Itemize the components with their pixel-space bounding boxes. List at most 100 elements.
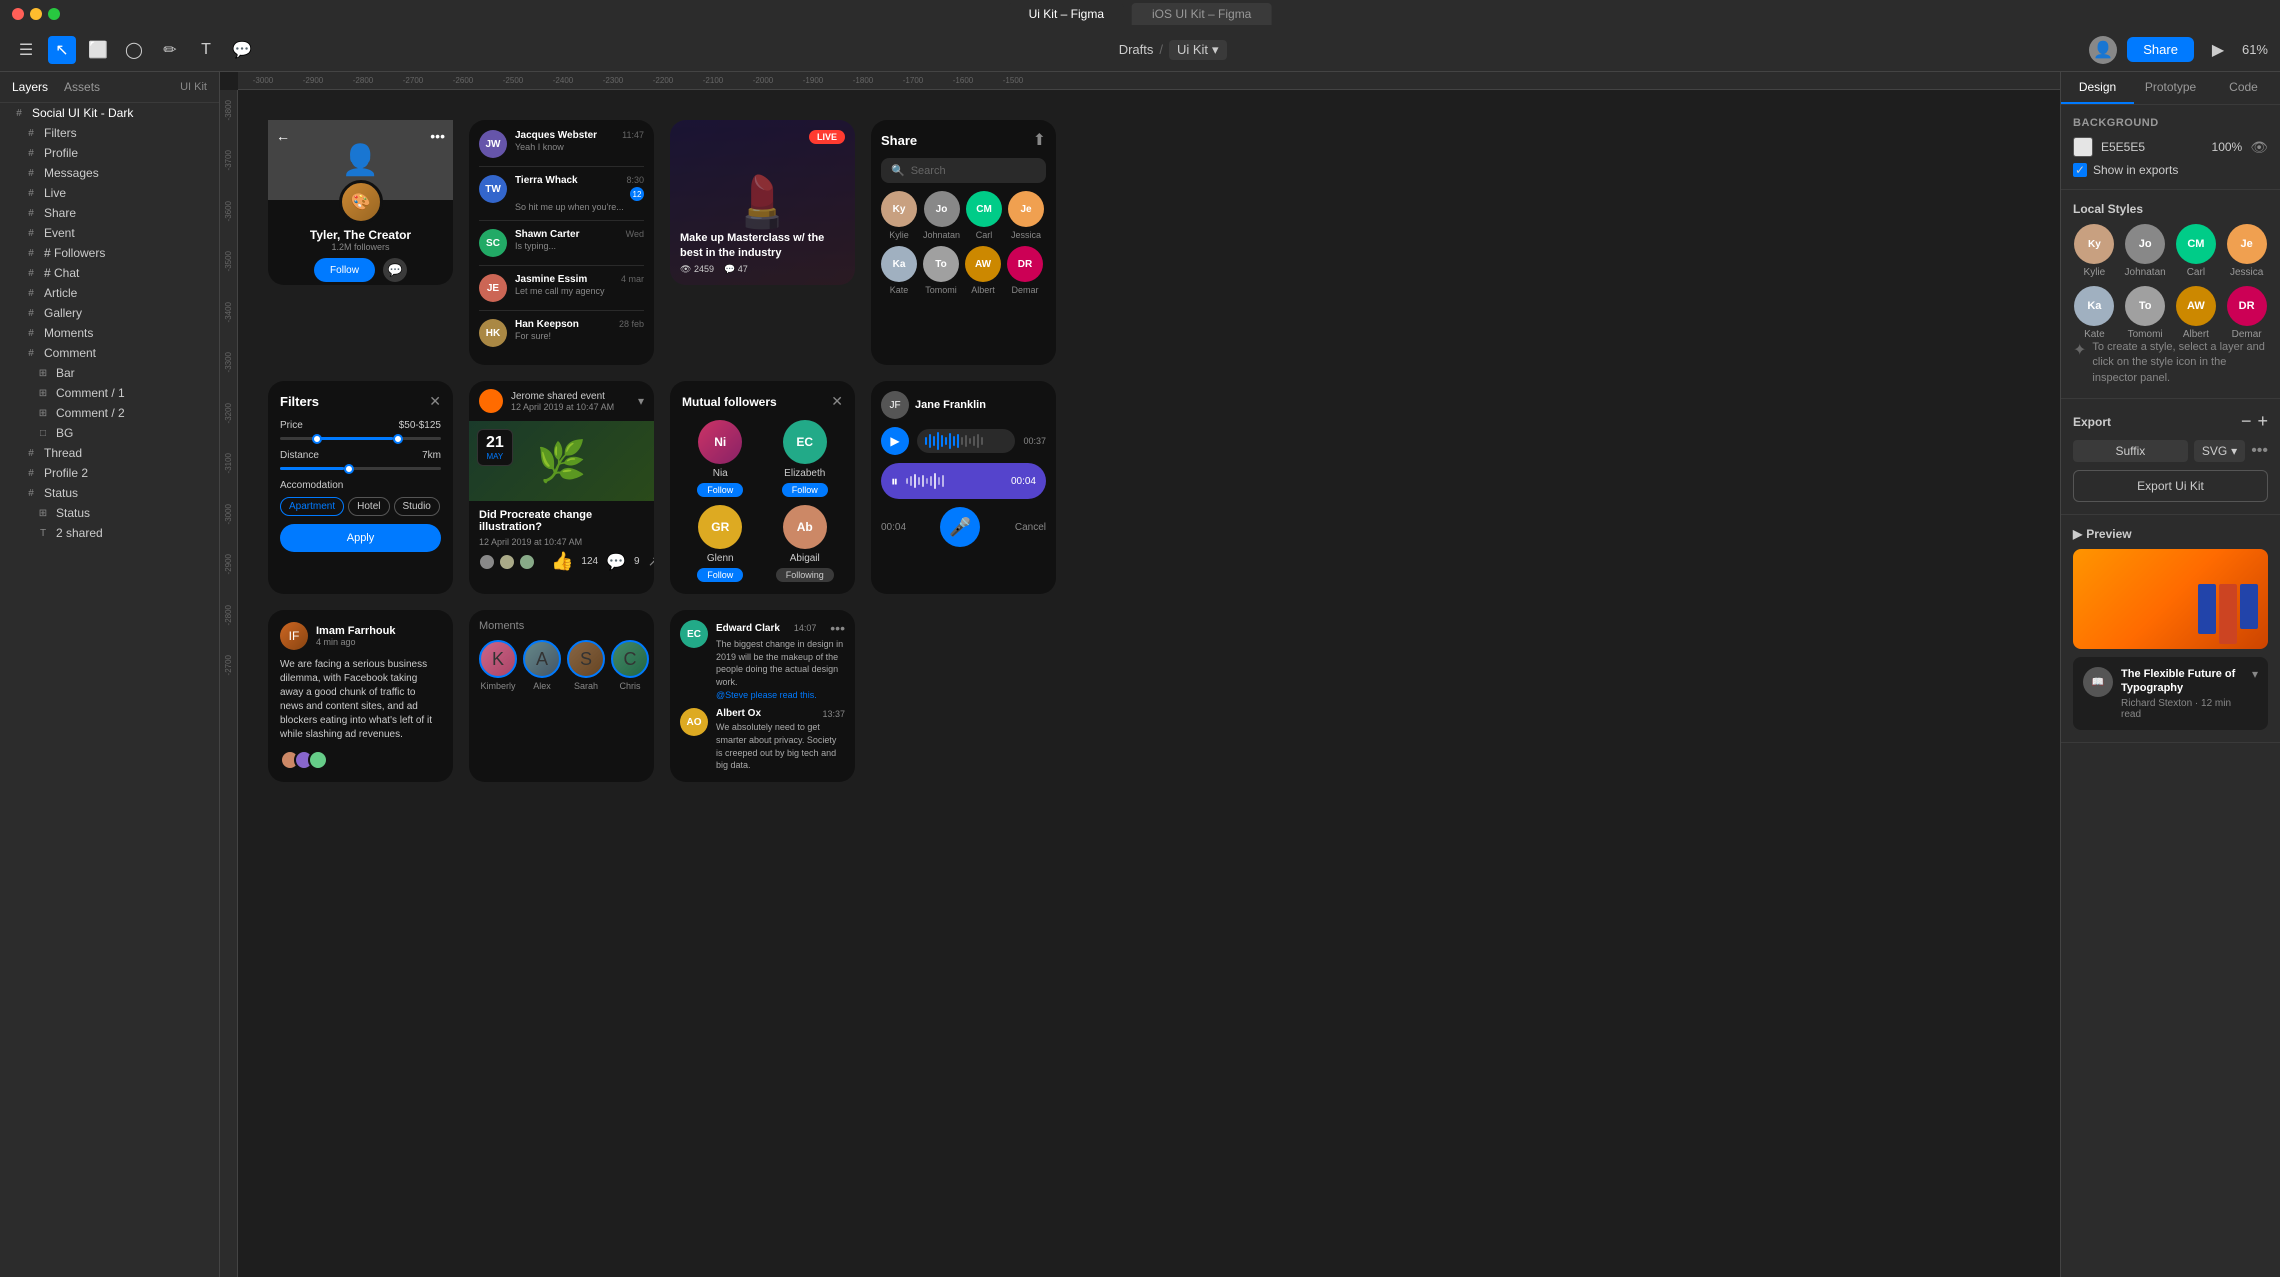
format-dropdown[interactable]: SVG ▾: [2194, 440, 2245, 462]
comment-icon[interactable]: 💬: [606, 552, 626, 572]
layer-comment2[interactable]: ⊞ Comment / 2: [0, 403, 219, 423]
kate-style-avatar[interactable]: Ka: [2074, 286, 2114, 326]
filters-close-icon[interactable]: ✕: [429, 393, 441, 410]
elizabeth-follow-button[interactable]: Follow: [782, 483, 828, 497]
article-chevron-icon[interactable]: ▾: [2252, 667, 2258, 681]
sarah-avatar[interactable]: S: [567, 640, 605, 678]
distance-slider-thumb[interactable]: [344, 464, 354, 474]
more-icon[interactable]: •••: [830, 620, 845, 636]
layer-status2[interactable]: ⊞ Status: [0, 503, 219, 523]
back-icon[interactable]: ←: [276, 128, 290, 144]
layer-comment[interactable]: # Comment: [0, 343, 219, 363]
background-color-swatch[interactable]: [2073, 137, 2093, 157]
share-button[interactable]: Share: [2127, 37, 2194, 62]
follow-button[interactable]: Follow: [314, 258, 375, 282]
layer-share[interactable]: # Share: [0, 203, 219, 223]
pause-icon[interactable]: ⏸: [891, 473, 898, 490]
nia-follow-button[interactable]: Follow: [697, 483, 743, 497]
suffix-input[interactable]: Suffix: [2073, 440, 2188, 462]
jessica-style-avatar[interactable]: Je: [2227, 224, 2267, 264]
cancel-button[interactable]: Cancel: [1015, 522, 1046, 533]
tab-assets[interactable]: Assets: [64, 80, 100, 94]
message-button[interactable]: 💬: [383, 258, 407, 282]
layer-live[interactable]: # Live: [0, 183, 219, 203]
johnatan-style-avatar[interactable]: Jo: [2125, 224, 2165, 264]
chip-studio[interactable]: Studio: [394, 497, 440, 516]
layer-moments[interactable]: # Moments: [0, 323, 219, 343]
chip-apartment[interactable]: Apartment: [280, 497, 344, 516]
tab-prototype[interactable]: Prototype: [2134, 72, 2207, 104]
comment-tool[interactable]: 💬: [228, 36, 256, 64]
layer-thread[interactable]: # Thread: [0, 443, 219, 463]
demar-style-avatar[interactable]: DR: [2227, 286, 2267, 326]
more-icon[interactable]: •••: [430, 128, 445, 144]
tomomi-style-avatar[interactable]: To: [2125, 286, 2165, 326]
tab-ui-kit[interactable]: Ui Kit – Figma: [1009, 3, 1124, 25]
user-avatar[interactable]: 👤: [2089, 36, 2117, 64]
albert-style-avatar[interactable]: AW: [2176, 286, 2216, 326]
layer-followers[interactable]: # # Followers: [0, 243, 219, 263]
tab-layers[interactable]: Layers: [12, 80, 48, 94]
frame-tool[interactable]: ⬜: [84, 36, 112, 64]
menu-icon[interactable]: ☰: [12, 36, 40, 64]
abigail-following-button[interactable]: Following: [776, 568, 834, 582]
window-controls[interactable]: [12, 8, 60, 20]
export-ui-kit-button[interactable]: Export Ui Kit: [2073, 470, 2268, 502]
chris-avatar[interactable]: C: [611, 640, 649, 678]
layer-article[interactable]: # Article: [0, 283, 219, 303]
breadcrumb-drafts[interactable]: Drafts: [1119, 42, 1154, 57]
remove-export-button[interactable]: −: [2241, 411, 2252, 432]
minimize-btn[interactable]: [30, 8, 42, 20]
apply-filters-button[interactable]: Apply: [280, 524, 441, 552]
event-chevron-icon[interactable]: ▾: [638, 394, 644, 408]
show-exports-checkbox[interactable]: ✓: [2073, 163, 2087, 177]
layer-profile[interactable]: # Profile: [0, 143, 219, 163]
play-icon[interactable]: ▶: [2204, 36, 2232, 64]
layer-bar[interactable]: ⊞ Bar: [0, 363, 219, 383]
add-export-button[interactable]: +: [2257, 411, 2268, 432]
text-tool[interactable]: T: [192, 36, 220, 64]
layer-chat[interactable]: # # Chat: [0, 263, 219, 283]
price-slider-right-thumb[interactable]: [393, 434, 403, 444]
layer-root[interactable]: # Social UI Kit - Dark: [0, 103, 219, 123]
export-more-icon[interactable]: •••: [2251, 442, 2268, 460]
mutual-close-icon[interactable]: ✕: [831, 393, 843, 410]
chevron-right-icon[interactable]: ▶: [2073, 527, 2082, 541]
layer-2shared[interactable]: T 2 shared: [0, 523, 219, 543]
close-btn[interactable]: [12, 8, 24, 20]
glenn-follow-button[interactable]: Follow: [697, 568, 743, 582]
chip-hotel[interactable]: Hotel: [348, 497, 389, 516]
maximize-btn[interactable]: [48, 8, 60, 20]
layer-profile2[interactable]: # Profile 2: [0, 463, 219, 483]
share-upload-icon[interactable]: ⬆: [1033, 130, 1046, 150]
zoom-level[interactable]: 61%: [2242, 42, 2268, 57]
kylie-style-avatar[interactable]: Ky: [2074, 224, 2114, 264]
shape-tool[interactable]: ◯: [120, 36, 148, 64]
layer-messages[interactable]: # Messages: [0, 163, 219, 183]
tab-ios-ui-kit[interactable]: iOS UI Kit – Figma: [1132, 3, 1271, 25]
visibility-icon[interactable]: 👁: [2250, 139, 2268, 156]
alex-avatar[interactable]: A: [523, 640, 561, 678]
event-share-button[interactable]: ↗: [648, 553, 654, 570]
microphone-button[interactable]: 🎤: [940, 507, 980, 547]
layer-filters[interactable]: # Filters: [0, 123, 219, 143]
layer-event[interactable]: # Event: [0, 223, 219, 243]
distance-slider[interactable]: [280, 467, 441, 470]
layer-bg[interactable]: □ BG: [0, 423, 219, 443]
pointer-tool[interactable]: ↖: [48, 36, 76, 64]
kimberly-avatar[interactable]: K: [479, 640, 517, 678]
breadcrumb-current[interactable]: Ui Kit ▾: [1169, 40, 1227, 60]
layer-status[interactable]: # Status: [0, 483, 219, 503]
tab-design[interactable]: Design: [2061, 72, 2134, 104]
play-button[interactable]: ▶: [881, 427, 909, 455]
layer-gallery[interactable]: # Gallery: [0, 303, 219, 323]
like-button[interactable]: 👍: [551, 551, 573, 572]
share-search-box[interactable]: 🔍 Search: [881, 158, 1046, 183]
pen-tool[interactable]: ✏: [156, 36, 184, 64]
carl-style-avatar[interactable]: CM: [2176, 224, 2216, 264]
layer-comment1[interactable]: ⊞ Comment / 1: [0, 383, 219, 403]
ui-kit-dropdown[interactable]: UI Kit: [180, 81, 207, 93]
price-slider-left-thumb[interactable]: [312, 434, 322, 444]
price-slider[interactable]: [280, 437, 441, 440]
tab-code[interactable]: Code: [2207, 72, 2280, 104]
